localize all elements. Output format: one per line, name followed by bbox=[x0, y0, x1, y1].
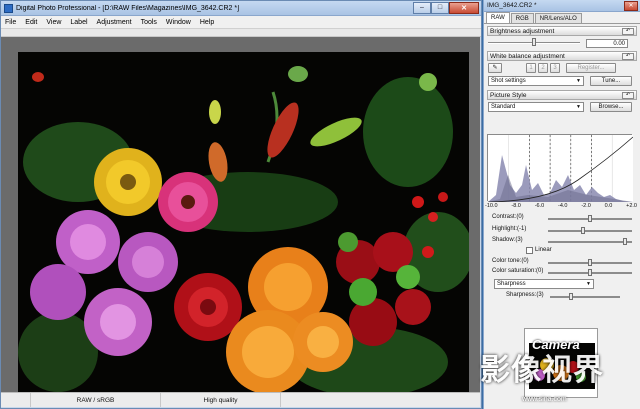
highlight-slider[interactable] bbox=[548, 230, 632, 232]
chevron-down-icon: ▼ bbox=[586, 281, 591, 287]
wb-preset-2-button[interactable]: 2 bbox=[538, 62, 548, 73]
flower-photo-thumbnail-icon bbox=[529, 343, 595, 389]
app-icon bbox=[4, 3, 13, 13]
white-balance-reset-button[interactable]: ↶ bbox=[622, 52, 634, 60]
chevron-down-icon: ▼ bbox=[576, 103, 581, 110]
palette-titlebar[interactable]: IMG_3642.CR2 * ✕ bbox=[484, 0, 640, 12]
minimize-button[interactable]: – bbox=[413, 1, 431, 14]
color-tone-label: Color tone:(0) bbox=[492, 258, 529, 264]
menubar: File Edit View Label Adjustment Tools Wi… bbox=[1, 16, 481, 29]
color-saturation-label: Color saturation:(0) bbox=[492, 268, 544, 274]
menu-label[interactable]: Label bbox=[70, 19, 87, 26]
brightness-heading: Brightness adjustment bbox=[490, 27, 555, 35]
sharpness-mode-select[interactable]: Sharpness ▼ bbox=[494, 279, 594, 289]
brightness-reset-button[interactable]: ↶ bbox=[622, 27, 634, 35]
brightness-slider-thumb[interactable] bbox=[532, 38, 536, 46]
sharpness-slider[interactable] bbox=[550, 296, 620, 298]
flower-photo[interactable] bbox=[18, 52, 469, 403]
picture-style-reset-button[interactable]: ↶ bbox=[622, 91, 634, 99]
highlight-label: Highlight:(-1) bbox=[492, 226, 527, 232]
contrast-label: Contrast:(0) bbox=[492, 214, 524, 220]
tab-nr-lens-alo[interactable]: NR/Lens/ALO bbox=[534, 13, 582, 23]
statusbar: RAW / sRGB High quality bbox=[1, 392, 480, 407]
shadow-slider-thumb[interactable] bbox=[623, 238, 628, 245]
histogram-axis: -10.0 -8.0 -6.0 -4.0 -2.0 0.0 +2.0 bbox=[485, 203, 637, 211]
toolbar-strip bbox=[1, 29, 481, 37]
brightness-row: 0.00 bbox=[484, 36, 640, 50]
palette-close-button[interactable]: ✕ bbox=[624, 0, 638, 11]
menu-help[interactable]: Help bbox=[200, 19, 214, 26]
sharpness-slider-thumb[interactable] bbox=[569, 293, 573, 300]
shadow-label: Shadow:(3) bbox=[492, 237, 523, 243]
highlight-slider-thumb[interactable] bbox=[581, 227, 586, 234]
tab-raw[interactable]: RAW bbox=[486, 12, 510, 23]
sharpness-mode-selected: Sharpness bbox=[497, 281, 526, 287]
picture-style-select-row: Standard ▼ Browse... bbox=[484, 100, 640, 113]
contrast-slider-thumb[interactable] bbox=[588, 215, 592, 222]
status-color-space: RAW / sRGB bbox=[31, 393, 161, 407]
maximize-button[interactable]: □ bbox=[431, 1, 449, 14]
window-title: Digital Photo Professional - [D:\RAW Fil… bbox=[16, 4, 240, 12]
menu-window[interactable]: Window bbox=[166, 19, 191, 26]
white-balance-section-header: White balance adjustment ↶ bbox=[487, 51, 637, 61]
status-cell-blank bbox=[1, 393, 31, 407]
register-button[interactable]: Register... bbox=[566, 62, 616, 73]
linear-checkbox[interactable] bbox=[526, 247, 533, 254]
status-quality: High quality bbox=[161, 393, 281, 407]
white-balance-heading: White balance adjustment bbox=[490, 52, 565, 60]
axis-tick-label: -2.0 bbox=[581, 203, 591, 209]
browse-button[interactable]: Browse... bbox=[590, 101, 632, 112]
axis-tick-label: -10.0 bbox=[485, 203, 498, 209]
white-balance-select[interactable]: Shot settings ▼ bbox=[488, 75, 584, 86]
navigator-thumbnail[interactable] bbox=[524, 328, 598, 398]
axis-tick-label: -4.0 bbox=[558, 203, 568, 209]
sharpness-label: Sharpness:(3) bbox=[506, 292, 544, 298]
white-balance-select-row: Shot settings ▼ Tune... bbox=[484, 74, 640, 87]
eyedropper-icon[interactable]: ✎ bbox=[488, 62, 502, 73]
picture-style-heading: Picture Style bbox=[490, 91, 527, 99]
tone-curve-histogram[interactable] bbox=[487, 134, 634, 203]
menu-adjustment[interactable]: Adjustment bbox=[97, 19, 132, 26]
color-saturation-slider-thumb[interactable] bbox=[588, 269, 592, 276]
picture-style-section-header: Picture Style ↶ bbox=[487, 90, 637, 100]
wb-preset-1-button[interactable]: 1 bbox=[526, 62, 536, 73]
axis-tick-label: +2.0 bbox=[626, 203, 637, 209]
menu-tools[interactable]: Tools bbox=[141, 19, 157, 26]
brightness-section-header: Brightness adjustment ↶ bbox=[487, 26, 637, 36]
close-button[interactable]: ✕ bbox=[449, 1, 479, 14]
linear-label: Linear bbox=[535, 247, 552, 253]
white-balance-tools-row: ✎ 1 2 3 Register... bbox=[484, 61, 640, 74]
chevron-down-icon: ▼ bbox=[576, 77, 581, 84]
picture-style-select[interactable]: Standard ▼ bbox=[488, 101, 584, 112]
menu-file[interactable]: File bbox=[5, 19, 16, 26]
image-viewer[interactable] bbox=[1, 37, 480, 403]
brightness-value[interactable]: 0.00 bbox=[586, 38, 628, 48]
main-titlebar[interactable]: Digital Photo Professional - [D:\RAW Fil… bbox=[1, 1, 481, 16]
color-tone-slider-thumb[interactable] bbox=[588, 259, 592, 266]
white-balance-selected: Shot settings bbox=[491, 77, 526, 84]
palette-tabs: RAW RGB NR/Lens/ALO bbox=[484, 12, 640, 24]
tune-button[interactable]: Tune... bbox=[590, 75, 632, 86]
axis-tick-label: -6.0 bbox=[534, 203, 545, 209]
palette-title: IMG_3642.CR2 * bbox=[487, 2, 537, 9]
wb-preset-3-button[interactable]: 3 bbox=[550, 62, 560, 73]
shadow-slider[interactable] bbox=[548, 241, 632, 243]
picture-style-selected: Standard bbox=[491, 103, 516, 110]
menu-edit[interactable]: Edit bbox=[25, 19, 37, 26]
axis-tick-label: 0.0 bbox=[604, 203, 613, 209]
axis-tick-label: -8.0 bbox=[511, 203, 521, 209]
tab-rgb[interactable]: RGB bbox=[510, 13, 534, 23]
status-cell-empty bbox=[281, 393, 480, 407]
histogram-graph bbox=[487, 135, 634, 203]
brightness-slider[interactable] bbox=[488, 38, 580, 46]
flower-bouquet-image bbox=[18, 52, 469, 403]
menu-view[interactable]: View bbox=[46, 19, 61, 26]
